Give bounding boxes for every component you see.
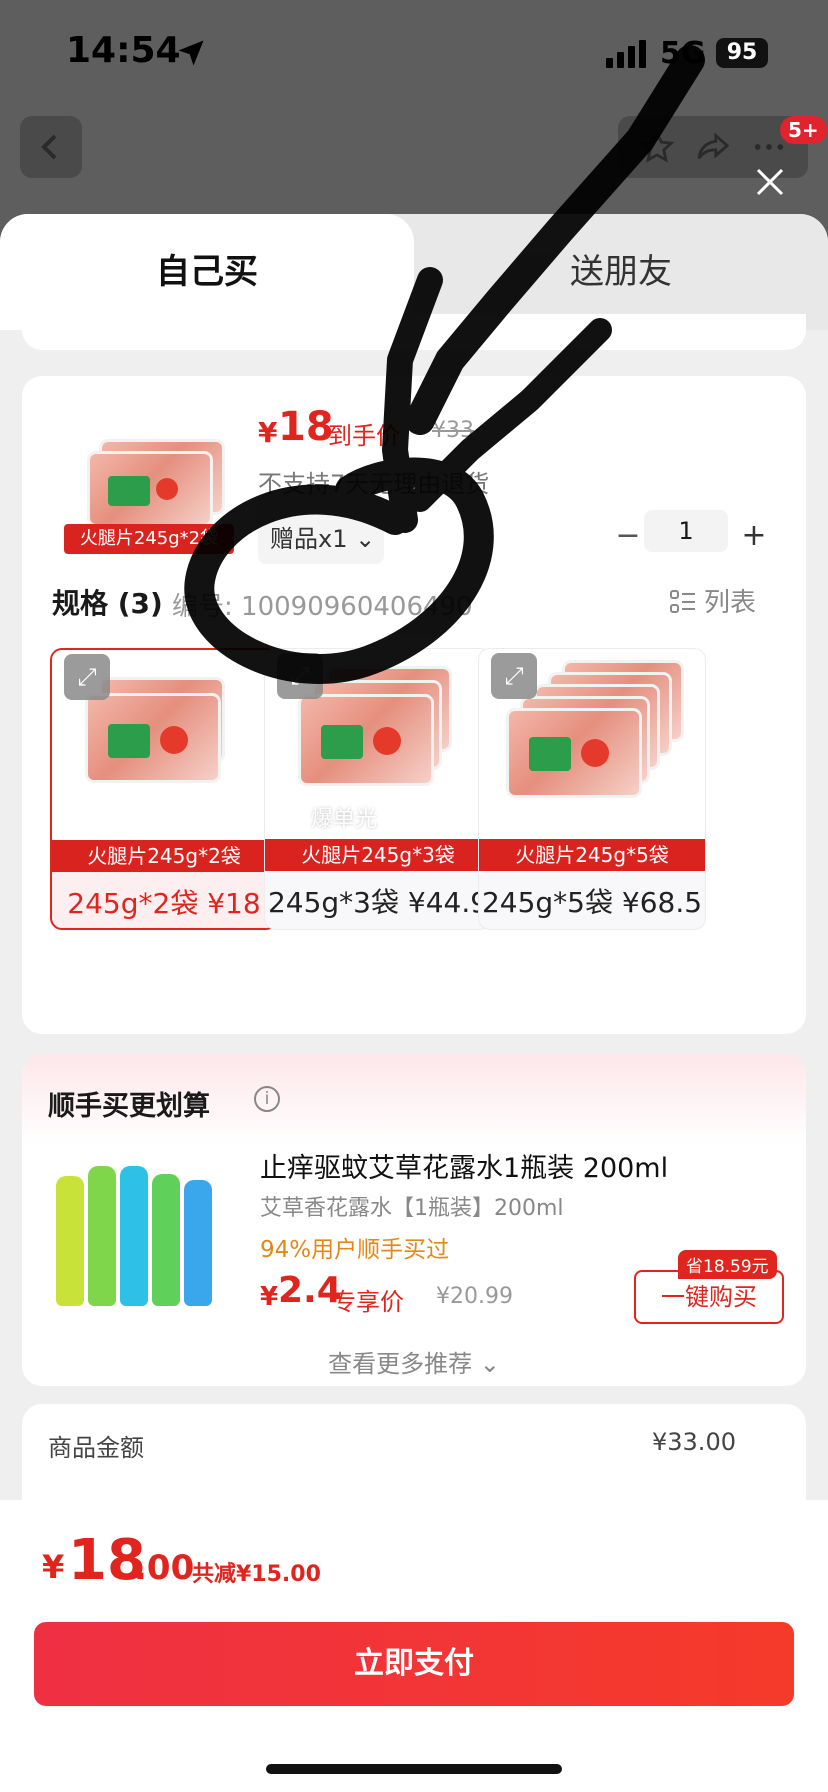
close-icon[interactable]: [752, 164, 788, 200]
price-symbol: ¥: [258, 416, 278, 449]
recommend-price-label: 专享价: [332, 1288, 404, 1316]
signal-icon: [606, 40, 646, 68]
summary-label: 商品金额: [48, 1434, 144, 1462]
discount-text: 共减¥15.00: [192, 1562, 321, 1587]
quantity-field[interactable]: 1: [644, 510, 728, 552]
watermark: 爆单光: [311, 807, 378, 832]
tab-label: 送朋友: [570, 252, 672, 292]
price-value: 18: [278, 404, 334, 450]
total-decimal: .00: [134, 1548, 195, 1588]
list-label: 列表: [704, 588, 757, 618]
recommend-price-symbol: ¥: [260, 1282, 279, 1312]
total-currency: ¥: [42, 1548, 65, 1586]
recommend-product-name[interactable]: 止痒驱蚊艾草花露水1瓶装 200ml: [260, 1146, 668, 1185]
tab-buy-self[interactable]: 自己买: [0, 214, 414, 330]
original-price: ¥33: [432, 418, 474, 443]
star-icon[interactable]: [640, 130, 674, 164]
share-icon[interactable]: [696, 130, 730, 164]
address-card-edge: [22, 314, 806, 350]
location-arrow-icon: [178, 40, 204, 66]
battery-icon: 95: [716, 38, 768, 68]
home-indicator: [266, 1764, 562, 1774]
expand-icon[interactable]: ⤢: [277, 653, 323, 699]
tab-label: 自己买: [156, 252, 258, 292]
expand-icon[interactable]: ⤢: [64, 654, 110, 700]
spec-option-3-bags[interactable]: 爆单光 ⤢ 火腿片245g*3袋 245g*3袋 ¥44.9: [264, 648, 492, 930]
status-bar: 14:54 5G 95: [0, 0, 828, 110]
product-thumbnail[interactable]: [82, 432, 242, 532]
expand-icon[interactable]: ⤢: [491, 653, 537, 699]
option-tag: 火腿片245g*5袋: [479, 839, 705, 871]
tab-bar: 送朋友 自己买: [0, 214, 828, 330]
quantity-increase-button[interactable]: +: [734, 516, 774, 556]
savings-badge: 省18.59元: [678, 1250, 777, 1279]
summary-value: ¥33.00: [652, 1428, 736, 1456]
more-recommendations-link[interactable]: 查看更多推荐 ⌄: [22, 1344, 806, 1379]
list-view-button[interactable]: 列表: [670, 582, 756, 619]
spec-option-5-bags[interactable]: ⤢ 火腿片245g*5袋 245g*5袋 ¥68.5: [478, 648, 706, 930]
quantity-decrease-button[interactable]: −: [608, 516, 648, 556]
pay-now-button[interactable]: 立即支付: [34, 1622, 794, 1706]
price-label: 到手价: [328, 422, 400, 450]
product-code: 编号: 10090960406490: [172, 592, 473, 622]
gift-dropdown[interactable]: 赠品x1 ⌄: [258, 514, 384, 564]
recommend-title: 顺手买更划算: [48, 1091, 210, 1122]
cart-badge: 5+: [780, 116, 827, 144]
recommend-product-sku: 艾草香花露水【1瓶装】200ml: [260, 1196, 564, 1221]
recommend-product-image[interactable]: [50, 1144, 216, 1314]
spec-option-2-bags[interactable]: ⤢ 火腿片245g*2袋 245g*2袋 ¥18: [50, 648, 278, 930]
recommend-card: 顺手买更划算 i 止痒驱蚊艾草花露水1瓶装 200ml 艾草香花露水【1瓶装】2…: [22, 1054, 806, 1386]
option-name: 245g*3袋 ¥44.9: [267, 886, 489, 919]
tab-gift-friend[interactable]: 送朋友: [414, 214, 828, 330]
back-button[interactable]: [20, 116, 82, 178]
spec-title: 规格 (3): [52, 587, 163, 620]
recommend-original-price: ¥20.99: [436, 1284, 513, 1309]
network-type: 5G: [660, 36, 706, 71]
option-name: 245g*5袋 ¥68.5: [481, 886, 703, 919]
list-icon: [670, 590, 695, 613]
return-policy-note: 不支持7天无理由退货: [258, 470, 490, 498]
option-name: 245g*2袋 ¥18: [67, 887, 261, 920]
option-tag: 火腿片245g*3袋: [265, 839, 491, 871]
product-card: 火腿片245g*2袋 ¥ 18 到手价 ¥33 不支持7天无理由退货 赠品x1 …: [22, 376, 806, 1034]
option-tag: 火腿片245g*2袋: [52, 840, 276, 872]
recommend-social-proof: 94%用户顺手买过: [260, 1237, 450, 1263]
checkout-footer: ¥ 18 .00 共减¥15.00 立即支付: [0, 1500, 828, 1792]
thumbnail-tag: 火腿片245g*2袋: [64, 524, 234, 554]
status-time: 14:54: [66, 30, 181, 71]
info-icon[interactable]: i: [254, 1086, 280, 1112]
chevron-left-icon: [41, 134, 57, 160]
